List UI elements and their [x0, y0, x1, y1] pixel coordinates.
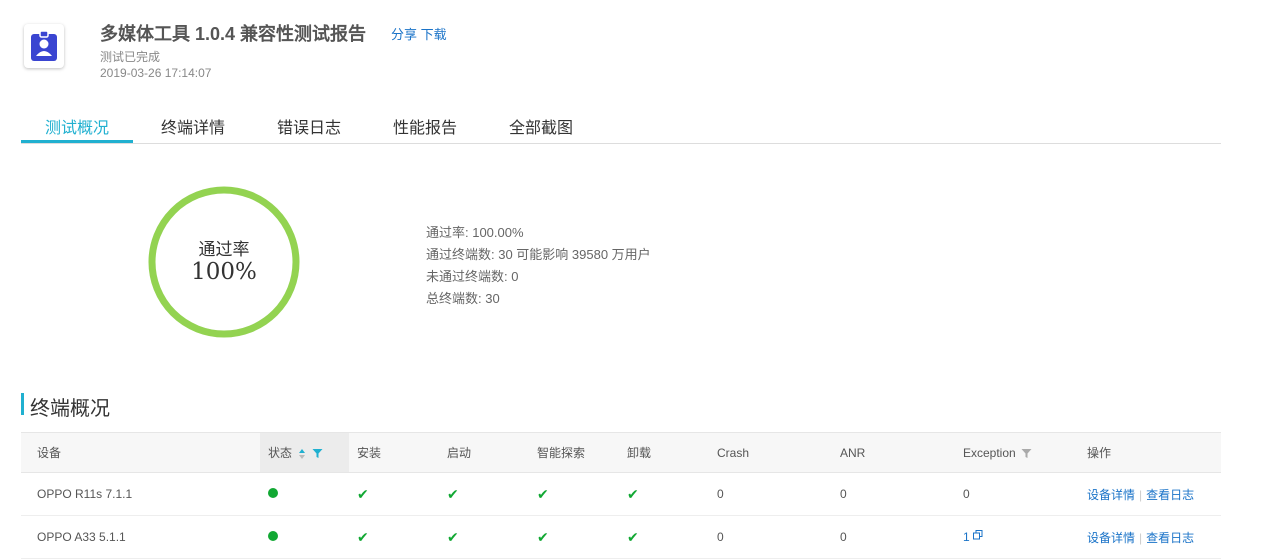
- filter-icon[interactable]: [312, 448, 323, 459]
- report-title: 多媒体工具 1.0.4 兼容性测试报告: [100, 24, 367, 44]
- anr-count: 0: [832, 515, 955, 559]
- check-icon: ✔: [537, 485, 549, 502]
- tab-performance[interactable]: 性能报告: [393, 114, 457, 138]
- status-pass-dot: [268, 531, 278, 541]
- view-log-link[interactable]: 查看日志: [1146, 531, 1194, 545]
- table-header-row: 设备 状态 安装 启动 智能探索 卸载 Crash ANR Exception: [21, 432, 1221, 473]
- column-header-install: 安装: [349, 432, 439, 473]
- column-header-explore: 智能探索: [529, 432, 619, 473]
- check-icon: ✔: [447, 485, 459, 502]
- download-link[interactable]: 下载: [421, 27, 447, 42]
- crash-count: 0: [709, 472, 832, 516]
- view-log-link[interactable]: 查看日志: [1146, 488, 1194, 502]
- column-header-device: 设备: [21, 432, 260, 473]
- sort-icon[interactable]: [298, 448, 306, 460]
- link-separator: |: [1139, 530, 1143, 545]
- check-icon: ✔: [447, 528, 459, 545]
- crash-count: 0: [709, 515, 832, 559]
- tab-bar: 测试概况 终端详情 错误日志 性能报告 全部截图: [21, 104, 1221, 144]
- tab-screenshots[interactable]: 全部截图: [509, 114, 573, 138]
- tab-overview[interactable]: 测试概况: [45, 114, 109, 138]
- check-icon: ✔: [627, 528, 639, 545]
- stat-passed-devices: 通过终端数: 30 可能影响 39580 万用户: [426, 247, 651, 262]
- section-title: 终端概况: [30, 398, 110, 420]
- column-header-uninstall: 卸载: [619, 432, 709, 473]
- exception-count[interactable]: 1: [963, 530, 970, 544]
- device-table: 设备 状态 安装 启动 智能探索 卸载 Crash ANR Exception: [21, 432, 1221, 559]
- test-timestamp: 2019-03-26 17:14:07: [100, 66, 212, 80]
- tab-error-log[interactable]: 错误日志: [277, 114, 341, 138]
- check-icon: ✔: [627, 485, 639, 502]
- section-marker: [21, 393, 24, 415]
- table-row: OPPO R11s 7.1.1 ✔ ✔ ✔ ✔ 0 0 0 设备详情 | 查看日志: [21, 472, 1221, 516]
- column-header-exception[interactable]: Exception: [955, 432, 1079, 473]
- status-pass-dot: [268, 488, 278, 498]
- anr-count: 0: [832, 472, 955, 516]
- column-header-status[interactable]: 状态: [260, 432, 349, 473]
- exception-count: 0: [955, 472, 1079, 516]
- column-header-crash: Crash: [709, 432, 832, 473]
- stat-failed-devices: 未通过终端数: 0: [426, 269, 519, 284]
- share-download-links: 分享 下载: [391, 24, 447, 43]
- summary-stats: 通过率: 100.00% 通过终端数: 30 可能影响 39580 万用户 未通…: [426, 222, 651, 310]
- check-icon: ✔: [357, 485, 369, 502]
- device-detail-link[interactable]: 设备详情: [1087, 531, 1135, 545]
- check-icon: ✔: [357, 528, 369, 545]
- link-separator: |: [1139, 487, 1143, 502]
- stat-total-devices: 总终端数: 30: [426, 291, 500, 306]
- copy-icon[interactable]: [973, 530, 983, 540]
- active-tab-indicator: [21, 140, 133, 143]
- app-icon: [24, 24, 64, 68]
- device-name: OPPO A33 5.1.1: [21, 515, 260, 559]
- column-header-anr: ANR: [832, 432, 955, 473]
- column-header-actions: 操作: [1079, 432, 1221, 473]
- share-link[interactable]: 分享: [391, 27, 417, 42]
- test-status: 测试已完成: [100, 50, 161, 64]
- device-name: OPPO R11s 7.1.1: [21, 472, 260, 516]
- tab-device-details[interactable]: 终端详情: [161, 114, 225, 138]
- pass-rate-value: 100%: [191, 259, 257, 285]
- device-detail-link[interactable]: 设备详情: [1087, 488, 1135, 502]
- pass-rate-label: 通过率: [198, 240, 250, 259]
- stat-pass-rate: 通过率: 100.00%: [426, 225, 524, 240]
- check-icon: ✔: [537, 528, 549, 545]
- badge-user-icon: [31, 30, 57, 61]
- column-header-launch: 启动: [439, 432, 529, 473]
- table-row: OPPO A33 5.1.1 ✔ ✔ ✔ ✔ 0 0 1 设备详情 | 查看日志: [21, 515, 1221, 559]
- filter-icon[interactable]: [1021, 448, 1032, 459]
